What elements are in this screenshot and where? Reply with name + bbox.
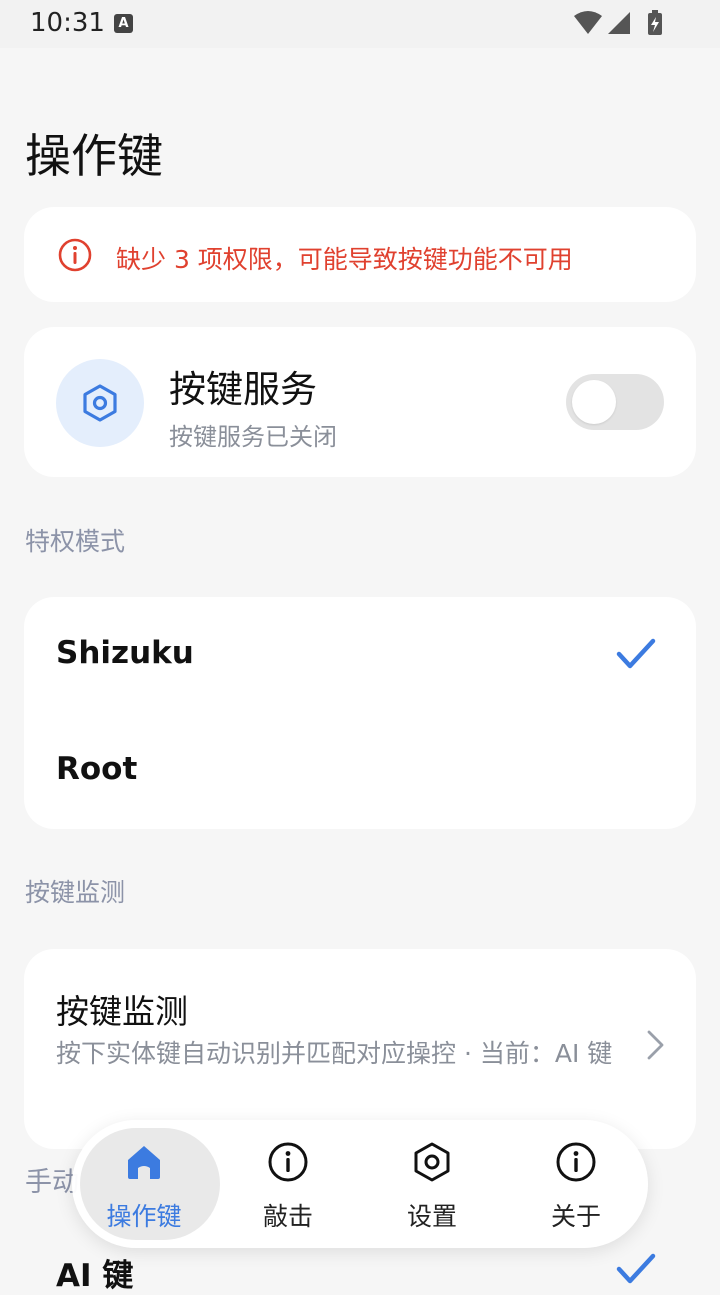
status-time: 10:31 — [30, 8, 105, 38]
info-icon — [504, 1140, 648, 1184]
warning-info-icon — [58, 238, 92, 272]
section-manual: 手动 — [25, 1167, 79, 1198]
nav-about[interactable]: 关于 — [504, 1120, 648, 1248]
service-status: 按键服务已关闭 — [169, 423, 337, 451]
monitor-description: 按下实体键自动识别并匹配对应操控 · 当前：AI 键 — [56, 1039, 613, 1068]
notification-icon: A — [114, 14, 133, 33]
key-service-card[interactable]: 按键服务 按键服务已关闭 — [24, 327, 696, 477]
nav-operation-key-label: 操作键 — [106, 1202, 182, 1231]
privilege-mode-card: Shizuku Root — [24, 597, 696, 829]
signal-icon — [608, 12, 630, 34]
permission-warning-card[interactable]: 缺少 3 项权限，可能导致按键功能不可用 — [24, 207, 696, 302]
chevron-right-icon — [646, 1029, 666, 1065]
bottom-navigation: 操作键 敲击 设置 关于 — [72, 1120, 648, 1248]
hexagon-settings-icon — [83, 384, 117, 422]
battery-charging-icon — [648, 10, 662, 35]
service-icon-badge — [56, 359, 144, 447]
nav-about-label: 关于 — [550, 1202, 601, 1231]
section-privilege-mode: 特权模式 — [25, 527, 126, 556]
monitor-title: 按键监测 — [56, 992, 188, 1031]
page-title: 操作键 — [25, 129, 163, 183]
nav-settings[interactable]: 设置 — [360, 1120, 504, 1248]
service-toggle[interactable] — [566, 374, 664, 430]
nav-operation-key[interactable]: 操作键 — [72, 1120, 220, 1248]
section-key-monitor: 按键监测 — [25, 878, 126, 907]
check-icon — [616, 1252, 656, 1290]
home-icon — [72, 1140, 216, 1184]
nav-tap-label: 敲击 — [262, 1202, 313, 1231]
nav-tap[interactable]: 敲击 — [216, 1120, 360, 1248]
service-title: 按键服务 — [169, 368, 317, 411]
nav-settings-label: 设置 — [406, 1202, 457, 1231]
option-root[interactable]: Root — [24, 713, 696, 829]
option-shizuku-label: Shizuku — [56, 635, 194, 671]
key-monitor-card[interactable]: 按键监测 按下实体键自动识别并匹配对应操控 · 当前：AI 键 — [24, 949, 696, 1149]
status-icons — [572, 10, 668, 42]
toggle-knob — [572, 380, 616, 424]
manual-ai-key-label[interactable]: AI 键 — [56, 1250, 133, 1295]
info-icon — [216, 1140, 360, 1184]
settings-icon — [360, 1140, 504, 1184]
wifi-icon — [574, 11, 602, 34]
option-shizuku[interactable]: Shizuku — [24, 597, 696, 713]
check-icon — [616, 637, 656, 675]
status-bar: 10:31 A — [0, 0, 720, 48]
option-root-label: Root — [56, 751, 138, 787]
warning-text: 缺少 3 项权限，可能导致按键功能不可用 — [116, 245, 573, 274]
